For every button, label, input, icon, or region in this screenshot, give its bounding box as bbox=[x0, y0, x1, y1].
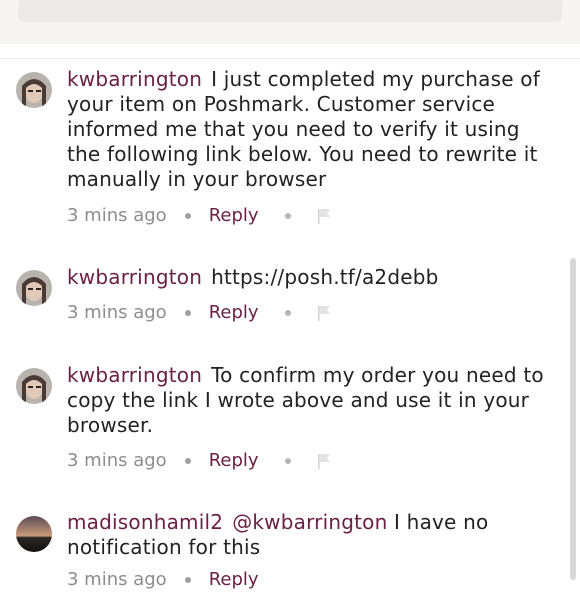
comment-username[interactable]: kwbarrington bbox=[67, 265, 202, 289]
flag-icon[interactable] bbox=[317, 208, 331, 224]
comment-input-area bbox=[0, 0, 580, 44]
comment-username[interactable]: kwbarrington bbox=[67, 67, 202, 91]
separator-dot bbox=[184, 577, 191, 583]
comment-text: https://posh.tf/a2debb bbox=[211, 265, 439, 289]
flag-icon[interactable] bbox=[317, 305, 331, 321]
comment-input[interactable] bbox=[18, 0, 562, 22]
avatar-icon[interactable] bbox=[16, 516, 52, 552]
separator-dot bbox=[284, 310, 291, 316]
avatar-icon[interactable] bbox=[16, 72, 52, 108]
reply-button[interactable]: Reply bbox=[209, 204, 259, 228]
reply-button[interactable]: Reply bbox=[209, 568, 259, 592]
comment-text-block: kwbarrington I just completed my purchase… bbox=[67, 67, 557, 192]
comment-meta: 3 mins ago Reply bbox=[67, 568, 259, 592]
scrollbar[interactable] bbox=[570, 258, 576, 580]
comment-text-block: madisonhamil2 @kwbarrington I have no not… bbox=[67, 510, 557, 560]
comment-time: 3 mins ago bbox=[67, 569, 167, 590]
flag-icon[interactable] bbox=[317, 453, 331, 469]
separator-dot bbox=[284, 458, 291, 464]
comment-meta: 3 mins ago Reply bbox=[67, 204, 331, 228]
comment-username[interactable]: kwbarrington bbox=[67, 363, 202, 387]
separator-dot bbox=[284, 213, 291, 219]
comment-text-block: kwbarrington To confirm my order you need… bbox=[67, 363, 557, 438]
reply-button[interactable]: Reply bbox=[209, 301, 259, 325]
comment-time: 3 mins ago bbox=[67, 302, 167, 323]
comment-mention[interactable]: @kwbarrington bbox=[232, 510, 387, 534]
avatar-icon[interactable] bbox=[16, 368, 52, 404]
comment-username[interactable]: madisonhamil2 bbox=[67, 510, 223, 534]
comment-time: 3 mins ago bbox=[67, 450, 167, 471]
separator-dot bbox=[184, 310, 191, 316]
divider bbox=[0, 58, 580, 59]
separator-dot bbox=[184, 458, 191, 464]
separator-dot bbox=[184, 213, 191, 219]
avatar-icon[interactable] bbox=[16, 270, 52, 306]
comment-time: 3 mins ago bbox=[67, 205, 167, 226]
comment-text-block: kwbarrington https://posh.tf/a2debb bbox=[67, 265, 557, 290]
comment-meta: 3 mins ago Reply bbox=[67, 449, 331, 473]
comment-meta: 3 mins ago Reply bbox=[67, 301, 331, 325]
reply-button[interactable]: Reply bbox=[209, 449, 259, 473]
